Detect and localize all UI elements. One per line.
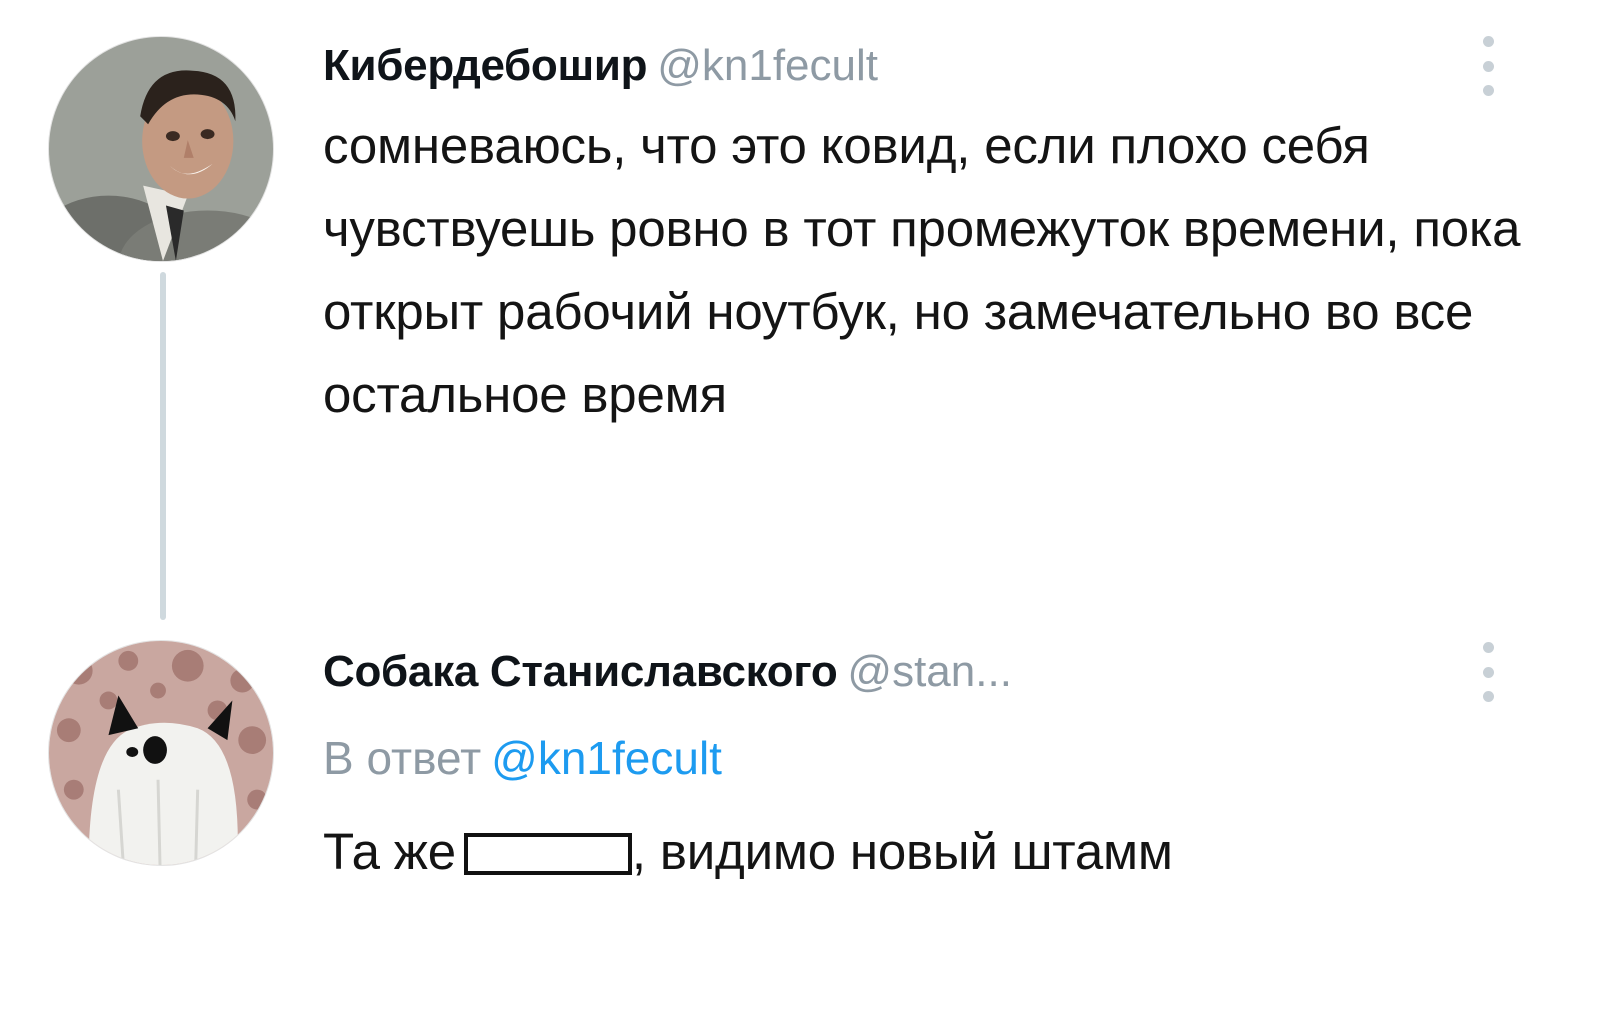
author-avatar[interactable]	[48, 640, 274, 866]
author-name[interactable]: Собака Станиславского	[323, 647, 838, 696]
more-options-button[interactable]	[1476, 36, 1500, 96]
tweet-header: Собака Станиславского @stan...	[323, 646, 1012, 698]
author-handle[interactable]: @stan...	[847, 647, 1012, 696]
thread-connector-line	[160, 272, 166, 620]
dot	[1482, 36, 1494, 47]
reply-to-handle-link[interactable]: @kn1fecult	[491, 732, 722, 784]
more-options-button[interactable]	[1476, 642, 1500, 702]
author-name[interactable]: Кибердебошир	[323, 41, 648, 90]
author-avatar[interactable]	[48, 36, 274, 262]
censored-word-box	[463, 833, 632, 875]
text-after-censor: , видимо новый штамм	[631, 823, 1173, 880]
author-handle[interactable]: @kn1fecult	[657, 41, 878, 90]
dot	[1482, 666, 1494, 678]
tweet-text: сомневаюсь, что это ковид, если плохо се…	[323, 117, 1521, 423]
dot	[1482, 60, 1494, 72]
tweet-header: Кибердебошир @kn1fecult	[323, 40, 878, 92]
tweet-text: Та же , видимо новый штамм	[323, 810, 1563, 893]
dot	[1482, 85, 1494, 96]
text-before-censor: Та же	[323, 823, 456, 880]
ghost-costume-avatar-icon	[49, 641, 273, 865]
dot	[1482, 642, 1494, 653]
dot	[1482, 691, 1494, 702]
reply-prefix: В ответ	[323, 732, 482, 784]
man-smiling-avatar-icon	[49, 37, 273, 261]
reply-context: В ответ @kn1fecult	[323, 730, 722, 786]
